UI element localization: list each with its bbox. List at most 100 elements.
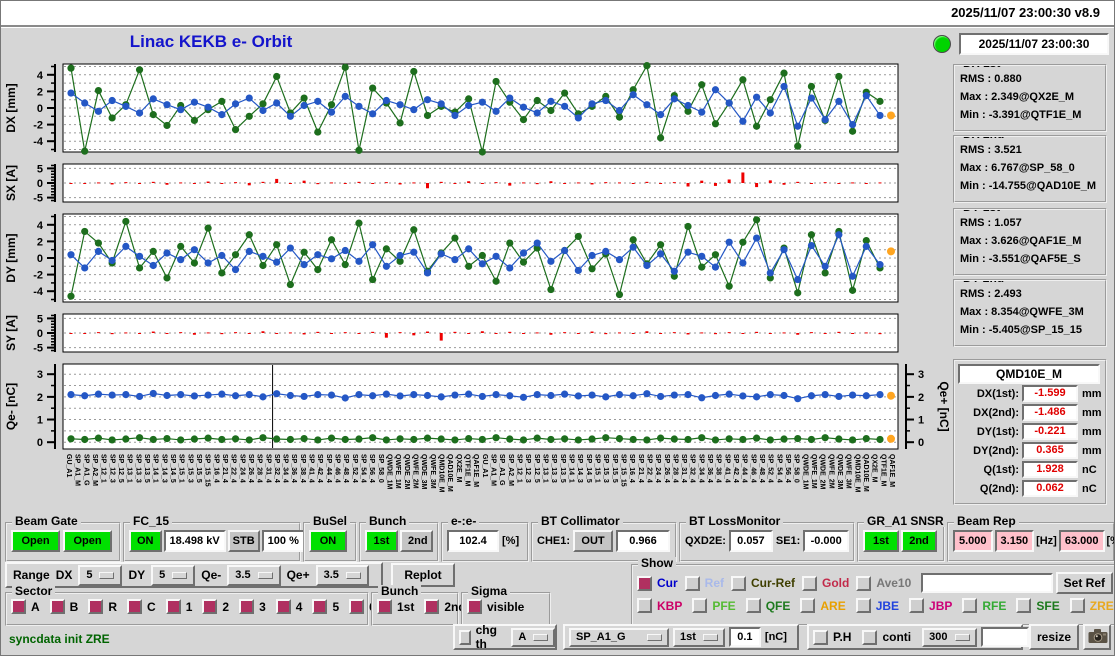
ee-ratio-group: e-:e- 102.4 [%]: [441, 515, 529, 562]
device-dropdown[interactable]: SP_A1_G: [569, 627, 669, 647]
checkbox-label: ZRE: [1089, 598, 1114, 613]
svg-text:SP_14_5: SP_14_5: [585, 454, 592, 483]
checkbox-ref[interactable]: Ref: [684, 575, 724, 591]
monitor-row-unit: mm: [1082, 406, 1102, 419]
chg-th-checkbox[interactable]: chg th: [459, 623, 500, 651]
device-value: SP_A1_G: [576, 630, 626, 643]
resize-button[interactable]: resize: [1029, 624, 1080, 650]
camera-button[interactable]: [1083, 624, 1111, 650]
che1-state-button[interactable]: OUT: [573, 530, 614, 552]
count-input[interactable]: [980, 627, 1029, 647]
checkbox-rfe[interactable]: RFE: [962, 598, 1006, 613]
svg-text:SP_13_1: SP_13_1: [541, 454, 548, 483]
checkbox-gold[interactable]: Gold: [802, 575, 849, 591]
range-dx-label: DX: [55, 568, 73, 582]
svg-text:SP_58_0: SP_58_0: [377, 454, 384, 483]
svg-text:SP_46_4: SP_46_4: [749, 454, 756, 483]
svg-text:SY [A]: SY [A]: [4, 315, 18, 351]
che1-label: CHE1:: [537, 535, 571, 547]
range-qep-dropdown[interactable]: 3.5: [315, 564, 369, 586]
checkbox-pfe[interactable]: PFE: [692, 598, 736, 613]
busel-on-button[interactable]: ON: [309, 530, 347, 552]
checkbox-ave10[interactable]: Ave10: [856, 575, 912, 591]
points-dropdown[interactable]: 300: [922, 627, 977, 647]
fc15-kv-value: 18.498 kV: [163, 530, 226, 552]
gr-a1-2nd-button[interactable]: 2nd: [901, 530, 937, 552]
checkbox-icon: [127, 599, 143, 614]
range-qep-value: 3.5: [323, 568, 339, 581]
checkbox-2[interactable]: 2: [202, 599, 229, 614]
checkbox-label: 1st: [397, 599, 415, 614]
stats-dy-1st: DY 1st RMS : 1.057 Max : 3.626@QAF1E_M M…: [953, 208, 1107, 276]
ph-label: P.H: [833, 630, 852, 644]
gr-a1-1st-button[interactable]: 1st: [863, 530, 899, 552]
checkbox-cur-ref[interactable]: Cur-Ref: [731, 575, 795, 591]
checkbox-cur[interactable]: Cur: [637, 575, 678, 591]
channel-dropdown[interactable]: A: [511, 627, 556, 647]
set-ref-button[interactable]: Set Ref: [1055, 572, 1113, 594]
fc15-stb-button[interactable]: STB: [227, 530, 260, 552]
show-title: Show: [638, 557, 676, 569]
checkbox-sfe[interactable]: SFE: [1016, 598, 1060, 613]
svg-text:SP_24_4: SP_24_4: [654, 454, 661, 483]
svg-text:SP_36_4: SP_36_4: [706, 454, 713, 483]
svg-text:SP_13_5: SP_13_5: [143, 454, 150, 483]
fc15-group: FC_15 ON 18.498 kV STB 100 %: [123, 515, 305, 562]
bunch-1st-button[interactable]: 1st: [365, 530, 398, 552]
checkbox-b[interactable]: B: [49, 599, 78, 614]
svg-text:QWDE_2M: QWDE_2M: [819, 454, 826, 490]
checkbox-5[interactable]: 5: [312, 599, 339, 614]
svg-text:QAF1E_M: QAF1E_M: [472, 454, 479, 487]
sector-group: Sector ABRC123456BT: [5, 585, 422, 626]
checkbox-3[interactable]: 3: [239, 599, 266, 614]
checkbox-zre[interactable]: ZRE: [1069, 598, 1114, 613]
beam-gate-open-2-button[interactable]: Open: [63, 530, 112, 552]
checkbox-2nd[interactable]: 2nd: [424, 599, 466, 614]
checkbox-jbp[interactable]: JBP: [909, 598, 952, 613]
titlebar-datetime-version: 2025/11/07 23:00:30 v8.9: [951, 5, 1100, 20]
bunch-group: Bunch 1st 2nd: [359, 515, 439, 562]
svg-text:QWFE_2M: QWFE_2M: [827, 454, 834, 489]
stats-line: RMS : 3.521: [960, 144, 1022, 156]
bunch-2nd-button[interactable]: 2nd: [400, 530, 433, 552]
conti-checkbox[interactable]: conti: [862, 629, 911, 645]
svg-text:SP_36_4: SP_36_4: [290, 454, 297, 483]
checkbox-qfe[interactable]: QFE: [745, 598, 790, 613]
stats-line: Min : -3.551@QAF5E_S: [960, 253, 1081, 265]
threshold-input[interactable]: [728, 627, 761, 647]
checkbox-label: Ave10: [876, 576, 912, 590]
checkbox-4[interactable]: 4: [275, 599, 302, 614]
checkbox-visible[interactable]: visible: [467, 599, 524, 614]
checkbox-are[interactable]: ARE: [800, 598, 846, 613]
checkbox-label: JBE: [875, 598, 900, 613]
fc15-on-button[interactable]: ON: [129, 530, 162, 552]
checkbox-jbe[interactable]: JBE: [855, 598, 900, 613]
svg-text:4: 4: [37, 220, 44, 232]
svg-text:SP_22_4: SP_22_4: [230, 454, 237, 483]
range-dx-dropdown[interactable]: 5: [78, 564, 123, 586]
status-led-icon: [933, 35, 951, 53]
checkbox-r[interactable]: R: [88, 599, 117, 614]
svg-text:0: 0: [918, 437, 924, 449]
svg-text:QWFE_1M: QWFE_1M: [810, 454, 817, 489]
checkbox-c[interactable]: C: [127, 599, 156, 614]
beam-gate-open-1-button[interactable]: Open: [11, 530, 60, 552]
monitor-row-label: DY(1st):: [976, 425, 1019, 438]
svg-text:QWDE_1M: QWDE_1M: [801, 454, 808, 490]
checkbox-label: Cur: [657, 576, 678, 590]
checkbox-1[interactable]: 1: [165, 599, 192, 614]
checkbox-kbp[interactable]: KBP: [637, 598, 682, 613]
bunch-dropdown[interactable]: 1st: [673, 627, 725, 647]
dropdown-indicator-icon: [647, 633, 662, 641]
checkbox-1st[interactable]: 1st: [377, 599, 414, 614]
svg-text:5: 5: [37, 313, 43, 325]
ph-checkbox[interactable]: P.H: [813, 629, 852, 645]
svg-text:SP_22_4: SP_22_4: [645, 454, 652, 483]
ref-name-input[interactable]: [921, 573, 1053, 593]
checkbox-icon: [909, 598, 925, 613]
sigma-title: Sigma: [468, 585, 511, 597]
checkbox-a[interactable]: A: [11, 599, 40, 614]
range-dy-dropdown[interactable]: 5: [151, 564, 196, 586]
ee-ratio-title: e-:e-: [448, 515, 480, 527]
range-qem-dropdown[interactable]: 3.5: [227, 564, 281, 586]
